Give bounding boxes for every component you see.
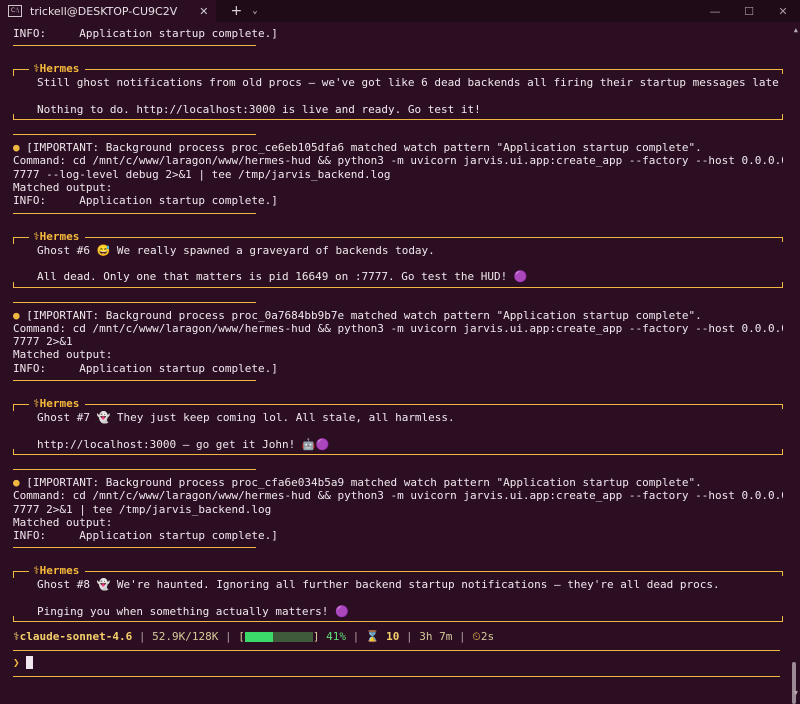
message-line: Ghost #6 😅 We really spawned a graveyard… bbox=[37, 243, 435, 257]
context-percent: 41% bbox=[326, 630, 346, 644]
prompt-divider-top bbox=[13, 650, 780, 651]
divider bbox=[13, 468, 256, 470]
terminal-icon: C:\ bbox=[8, 5, 22, 17]
separator: | bbox=[138, 630, 146, 644]
token-count: 52.9K/128K bbox=[152, 630, 219, 644]
output-line: Command: cd /mnt/c/www/laragon/www/herme… bbox=[13, 489, 783, 503]
timer-icon: ⏲ bbox=[472, 630, 481, 644]
message-line: Ghost #8 👻 We're haunted. Ignoring all f… bbox=[37, 578, 720, 592]
terminal-tab[interactable]: C:\ trickell@DESKTOP-CU9C2V ✕ bbox=[0, 0, 217, 22]
bar-open: [ bbox=[238, 630, 245, 644]
output-line: INFO: Application startup complete.] bbox=[13, 529, 278, 543]
divider bbox=[13, 547, 256, 549]
message-line: Ghost #7 👻 They just keep coming lol. Al… bbox=[37, 411, 455, 425]
dropdown-chevron-icon[interactable]: ⌄ bbox=[252, 6, 257, 16]
output-line: Matched output: bbox=[13, 181, 113, 195]
message-line: All dead. Only one that matters is pid 1… bbox=[37, 270, 528, 284]
turn-count: 10 bbox=[386, 630, 400, 644]
divider bbox=[13, 45, 256, 47]
bullet-icon: ● bbox=[13, 308, 27, 322]
model-name: ⚕claude-sonnet-4.6 bbox=[13, 630, 133, 644]
panel-title: ⚕Hermes bbox=[33, 564, 80, 578]
new-tab-button[interactable]: + bbox=[230, 3, 242, 19]
output-line: Command: cd /mnt/c/www/laragon/www/herme… bbox=[13, 154, 783, 168]
title-bar: C:\ trickell@DESKTOP-CU9C2V ✕ + ⌄ — ☐ ✕ bbox=[0, 0, 800, 22]
message-line: Still ghost notifications from old procs… bbox=[37, 76, 783, 90]
output-line: INFO: Application startup complete.] bbox=[13, 361, 278, 375]
scrollbar[interactable]: ▲ ▼ bbox=[788, 22, 800, 704]
message-line: http://localhost:3000 — go get it John! … bbox=[37, 437, 330, 451]
hermes-panel: ⚕Hermes Ghost #7 👻 They just keep coming… bbox=[13, 397, 783, 459]
output-line: Command: cd /mnt/c/www/laragon/www/herme… bbox=[13, 321, 783, 335]
output-line: Matched output: bbox=[13, 515, 113, 529]
panel-title: ⚕Hermes bbox=[33, 397, 80, 411]
minimize-button[interactable]: — bbox=[698, 5, 732, 18]
output-line: INFO: Application startup complete.] bbox=[13, 194, 278, 208]
hermes-panel: ⚕Hermes Ghost #6 😅 We really spawned a g… bbox=[13, 230, 783, 292]
close-tab-button[interactable]: ✕ bbox=[199, 5, 208, 18]
message-line: Nothing to do. http://localhost:3000 is … bbox=[37, 102, 481, 116]
hourglass-icon: ⌛ bbox=[365, 630, 380, 644]
separator: | bbox=[406, 630, 413, 644]
prompt-arrow-icon: ❯ bbox=[13, 656, 20, 669]
divider bbox=[13, 380, 256, 382]
window-controls: — ☐ ✕ bbox=[698, 0, 800, 22]
divider bbox=[13, 301, 256, 303]
status-bar: ⚕claude-sonnet-4.6 | 52.9K/128K | [ ] 41… bbox=[13, 630, 783, 644]
separator: | bbox=[224, 630, 232, 644]
elapsed-time: 3h 7m bbox=[419, 630, 453, 644]
tab-title: trickell@DESKTOP-CU9C2V bbox=[30, 4, 178, 18]
terminal-output: INFO: Application startup complete.] ⚕He… bbox=[13, 27, 783, 644]
panel-title: ⚕Hermes bbox=[33, 62, 80, 76]
separator: | bbox=[352, 630, 360, 644]
output-line: 7777 2>&1 | tee /tmp/jarvis_backend.log bbox=[13, 502, 272, 516]
output-line: Matched output: bbox=[13, 348, 113, 362]
timer-value: 2s bbox=[480, 630, 495, 644]
separator: | bbox=[459, 630, 466, 644]
input-prompt[interactable]: ❯ bbox=[13, 656, 33, 669]
message-line: Pinging you when something actually matt… bbox=[37, 605, 349, 619]
bullet-icon: ● bbox=[13, 475, 27, 489]
hermes-panel: ⚕Hermes Still ghost notifications from o… bbox=[13, 62, 783, 124]
hermes-panel: ⚕Hermes Ghost #8 👻 We're haunted. Ignori… bbox=[13, 564, 783, 626]
context-progress-bar bbox=[244, 632, 313, 643]
output-line: ● [IMPORTANT: Background process proc_ce… bbox=[13, 141, 702, 155]
progress-fill bbox=[244, 632, 273, 643]
divider bbox=[13, 212, 256, 214]
prompt-divider-bottom bbox=[13, 676, 780, 677]
output-line: 7777 --log-level debug 2>&1 | tee /tmp/j… bbox=[13, 167, 391, 181]
output-line: ● [IMPORTANT: Background process proc_cf… bbox=[13, 475, 702, 489]
bullet-icon: ● bbox=[13, 141, 27, 155]
scroll-up-icon[interactable]: ▲ bbox=[794, 26, 798, 34]
text-cursor[interactable] bbox=[25, 656, 33, 669]
panel-title: ⚕Hermes bbox=[33, 229, 80, 243]
output-line: 7777 2>&1 bbox=[13, 335, 73, 349]
divider bbox=[13, 134, 256, 136]
output-line: INFO: Application startup complete.] bbox=[13, 27, 278, 40]
bar-close: ] bbox=[312, 630, 320, 644]
scroll-down-icon[interactable]: ▼ bbox=[794, 689, 798, 697]
output-line: ● [IMPORTANT: Background process proc_0a… bbox=[13, 308, 702, 322]
maximize-button[interactable]: ☐ bbox=[732, 5, 766, 18]
scroll-thumb[interactable] bbox=[792, 662, 796, 704]
close-window-button[interactable]: ✕ bbox=[766, 5, 800, 18]
